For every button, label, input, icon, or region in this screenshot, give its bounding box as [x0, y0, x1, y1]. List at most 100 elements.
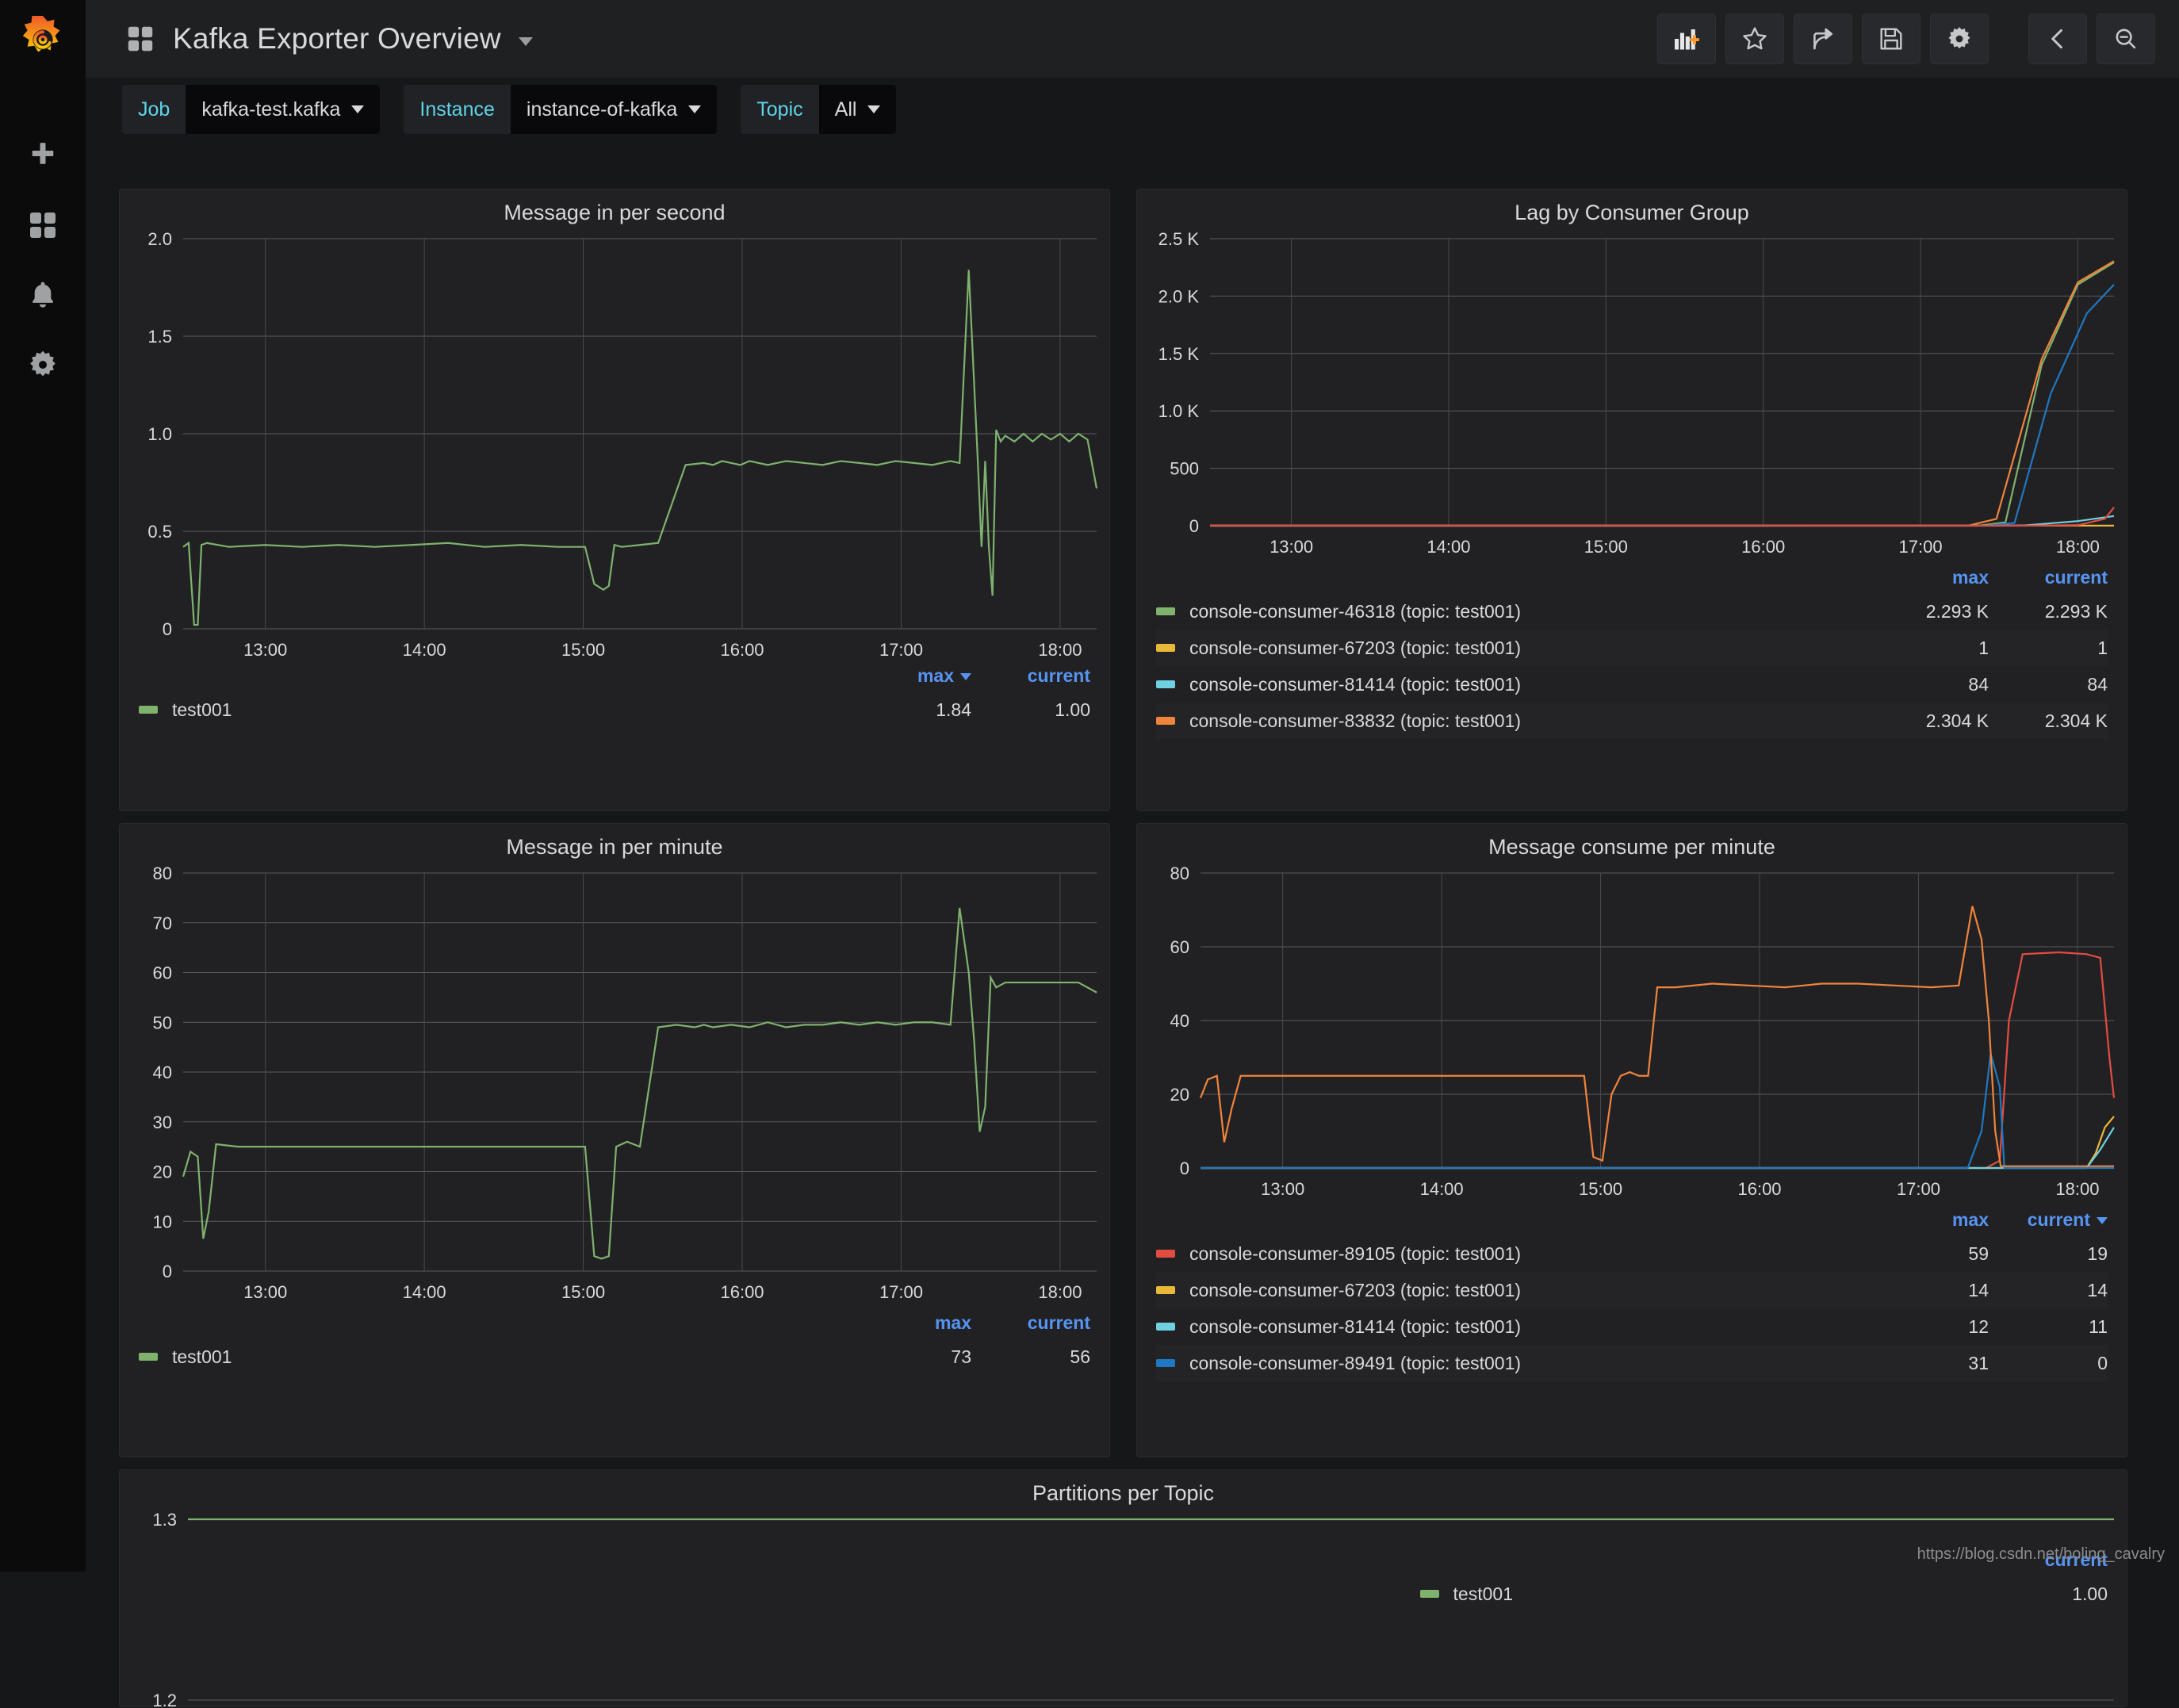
- legend-item[interactable]: console-consumer-83832 (topic: test001) …: [1156, 703, 2108, 739]
- chart-message-in-per-minute[interactable]: 0102030405060708013:0014:0015:0016:0017:…: [120, 860, 1111, 1312]
- legend-col-max[interactable]: max: [1870, 1209, 1989, 1231]
- legend-item[interactable]: console-consumer-46318 (topic: test001) …: [1156, 593, 2108, 630]
- panel-partitions-per-topic[interactable]: Partitions per Topic 1.31.2 current test…: [119, 1469, 2127, 1707]
- legend-item[interactable]: console-consumer-89491 (topic: test001) …: [1156, 1345, 2108, 1381]
- chart-message-consume-per-minute[interactable]: 02040608013:0014:0015:0016:0017:0018:00: [1137, 860, 2128, 1209]
- create-icon[interactable]: [0, 121, 86, 190]
- svg-text:1.0: 1.0: [147, 424, 172, 444]
- svg-text:0: 0: [163, 1262, 172, 1281]
- series-name[interactable]: console-consumer-89491 (topic: test001): [1189, 1353, 1870, 1374]
- variable-job-value[interactable]: kafka-test.kafka: [186, 85, 380, 134]
- panel-title[interactable]: Message in per second: [120, 190, 1109, 225]
- variable-topic-value[interactable]: All: [819, 85, 897, 134]
- alerting-bell-icon[interactable]: [0, 260, 86, 330]
- series-current: 0: [1989, 1353, 2108, 1374]
- svg-text:15:00: 15:00: [561, 1282, 605, 1302]
- legend-col-current[interactable]: current: [1989, 1549, 2108, 1571]
- series-name[interactable]: console-consumer-46318 (topic: test001): [1189, 601, 1870, 622]
- topbar-actions: [1657, 13, 2155, 64]
- svg-text:13:00: 13:00: [243, 640, 287, 660]
- legend-item[interactable]: console-consumer-81414 (topic: test001) …: [1156, 666, 2108, 703]
- left-nav-rail: [0, 0, 86, 1572]
- grafana-logo-icon[interactable]: [0, 0, 86, 78]
- svg-text:0.5: 0.5: [147, 522, 172, 542]
- legend-message-consume-per-minute: max current console-consumer-89105 (topi…: [1137, 1209, 2127, 1381]
- svg-text:13:00: 13:00: [1269, 537, 1313, 557]
- svg-text:1.5 K: 1.5 K: [1158, 344, 1200, 364]
- series-name[interactable]: console-consumer-81414 (topic: test001): [1189, 1316, 1870, 1338]
- zoom-out-button[interactable]: [2097, 13, 2155, 64]
- variable-instance-value[interactable]: instance-of-kafka: [511, 85, 717, 134]
- legend-partitions-per-topic: current test001 1.00: [120, 1549, 2127, 1612]
- series-name[interactable]: test001: [172, 699, 852, 721]
- legend-col-current[interactable]: current: [1989, 1209, 2108, 1231]
- chevron-down-icon[interactable]: [519, 37, 533, 46]
- series-current: 2.293 K: [1989, 601, 2108, 622]
- svg-text:30: 30: [153, 1112, 172, 1132]
- series-name[interactable]: test001: [172, 1346, 852, 1368]
- legend-col-max-label: max: [917, 665, 954, 686]
- series-name[interactable]: console-consumer-89105 (topic: test001): [1189, 1243, 1870, 1265]
- panel-title[interactable]: Partitions per Topic: [120, 1470, 2127, 1506]
- series-current: 1.00: [971, 699, 1090, 721]
- legend-item[interactable]: console-consumer-81414 (topic: test001) …: [1156, 1308, 2108, 1345]
- star-button[interactable]: [1725, 13, 1784, 64]
- panel-message-consume-per-minute[interactable]: Message consume per minute 02040608013:0…: [1136, 823, 2127, 1457]
- variable-job[interactable]: Job kafka-test.kafka: [122, 85, 380, 134]
- legend-item[interactable]: console-consumer-67203 (topic: test001) …: [1156, 630, 2108, 666]
- series-name[interactable]: test001: [1453, 1584, 1513, 1605]
- panel-title[interactable]: Message in per minute: [120, 824, 1109, 860]
- svg-text:1.5: 1.5: [147, 327, 172, 347]
- legend-item[interactable]: test001 1.84 1.00: [139, 691, 1090, 728]
- legend-col-current[interactable]: current: [1989, 567, 2108, 588]
- svg-text:16:00: 16:00: [720, 640, 764, 660]
- svg-text:2.5 K: 2.5 K: [1158, 229, 1200, 249]
- legend-header: max current: [139, 1312, 1090, 1338]
- panel-title[interactable]: Lag by Consumer Group: [1137, 190, 2127, 225]
- variable-instance-label: Instance: [404, 85, 511, 134]
- add-panel-button[interactable]: [1657, 13, 1716, 64]
- dashboards-icon[interactable]: [0, 190, 86, 260]
- legend-item[interactable]: console-consumer-67203 (topic: test001) …: [1156, 1272, 2108, 1308]
- panel-lag-by-consumer-group[interactable]: Lag by Consumer Group 05001.0 K1.5 K2.0 …: [1136, 189, 2127, 811]
- collapse-button[interactable]: [2028, 13, 2087, 64]
- svg-text:17:00: 17:00: [879, 640, 923, 660]
- panel-message-in-per-minute[interactable]: Message in per minute 010203040506070801…: [119, 823, 1110, 1457]
- legend-col-current[interactable]: current: [971, 665, 1090, 687]
- legend-header: max current: [139, 665, 1090, 691]
- legend-item[interactable]: test001 73 56: [139, 1338, 1090, 1375]
- svg-text:18:00: 18:00: [2056, 537, 2100, 557]
- legend-item[interactable]: console-consumer-89105 (topic: test001) …: [1156, 1235, 2108, 1272]
- chart-lag-by-consumer-group[interactable]: 05001.0 K1.5 K2.0 K2.5 K13:0014:0015:001…: [1137, 226, 2128, 567]
- series-max: 31: [1870, 1353, 1989, 1374]
- series-current: 19: [1989, 1243, 2108, 1265]
- series-color-swatch: [1156, 1286, 1175, 1294]
- series-color-swatch: [1156, 717, 1175, 725]
- series-name[interactable]: console-consumer-83832 (topic: test001): [1189, 710, 1870, 732]
- panel-title[interactable]: Message consume per minute: [1137, 824, 2127, 860]
- legend-col-max[interactable]: max: [852, 665, 971, 687]
- series-name[interactable]: console-consumer-67203 (topic: test001): [1189, 1280, 1870, 1301]
- legend-col-current[interactable]: current: [971, 1312, 1090, 1334]
- svg-text:15:00: 15:00: [1579, 1179, 1622, 1199]
- save-button[interactable]: [1862, 13, 1921, 64]
- dashboard-title-group[interactable]: Kafka Exporter Overview: [125, 22, 533, 56]
- series-name[interactable]: console-consumer-67203 (topic: test001): [1189, 638, 1870, 659]
- variable-instance[interactable]: Instance instance-of-kafka: [404, 85, 717, 134]
- series-current: 56: [971, 1346, 1090, 1368]
- svg-text:1.2: 1.2: [152, 1691, 177, 1708]
- panel-message-in-per-second[interactable]: Message in per second 00.51.01.52.013:00…: [119, 189, 1110, 811]
- chart-message-in-per-second[interactable]: 00.51.01.52.013:0014:0015:0016:0017:0018…: [120, 226, 1111, 670]
- series-color-swatch: [1156, 1323, 1175, 1331]
- legend-col-max[interactable]: max: [1870, 567, 1989, 588]
- share-button[interactable]: [1794, 13, 1852, 64]
- series-current: 2.304 K: [1989, 710, 2108, 732]
- settings-button[interactable]: [1930, 13, 1989, 64]
- legend-col-max[interactable]: max: [852, 1312, 971, 1334]
- variable-topic[interactable]: Topic All: [741, 85, 896, 134]
- series-name[interactable]: console-consumer-81414 (topic: test001): [1189, 674, 1870, 695]
- series-current: 1: [1989, 638, 2108, 659]
- configuration-gear-icon[interactable]: [0, 330, 86, 400]
- template-variables-bar: Job kafka-test.kafka Instance instance-o…: [86, 78, 2179, 141]
- legend-item[interactable]: test001 1.00: [139, 1576, 2108, 1612]
